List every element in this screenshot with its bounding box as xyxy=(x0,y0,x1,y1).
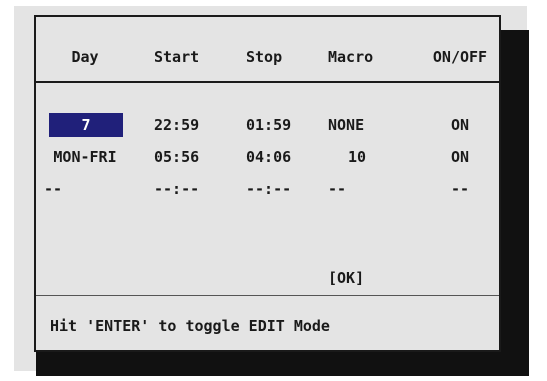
row-1-macro[interactable]: NONE xyxy=(328,116,364,134)
row-2-onoff[interactable]: ON xyxy=(422,148,498,166)
footer-divider xyxy=(36,295,499,296)
row-2-day[interactable]: MON-FRI xyxy=(44,148,126,166)
row-1-start[interactable]: 22:59 xyxy=(154,116,199,134)
row-3-stop[interactable]: --:-- xyxy=(246,180,291,198)
row-3-macro[interactable]: -- xyxy=(328,180,346,198)
row-1-stop[interactable]: 01:59 xyxy=(246,116,291,134)
row-2-start[interactable]: 05:56 xyxy=(154,148,199,166)
row-3-onoff[interactable]: -- xyxy=(422,180,498,198)
row-1-onoff[interactable]: ON xyxy=(422,116,498,134)
ok-button[interactable]: [OK] xyxy=(328,269,364,287)
row-2-stop[interactable]: 04:06 xyxy=(246,148,291,166)
schedule-panel: Day Start Stop Macro ON/OFF 7 22:59 01:5… xyxy=(34,15,501,352)
status-hint: Hit 'ENTER' to toggle EDIT Mode xyxy=(50,317,330,335)
row-3-day[interactable]: -- xyxy=(44,180,62,198)
header-macro: Macro xyxy=(328,48,374,66)
header-stop: Stop xyxy=(246,48,283,66)
header-day: Day xyxy=(71,48,99,66)
header-onoff: ON/OFF xyxy=(432,48,488,66)
header-divider xyxy=(36,81,499,83)
row-1-day[interactable]: 7 xyxy=(49,116,123,134)
header-start: Start xyxy=(154,48,200,66)
row-2-macro[interactable]: 10 xyxy=(328,148,386,166)
row-3-start[interactable]: --:-- xyxy=(154,180,199,198)
